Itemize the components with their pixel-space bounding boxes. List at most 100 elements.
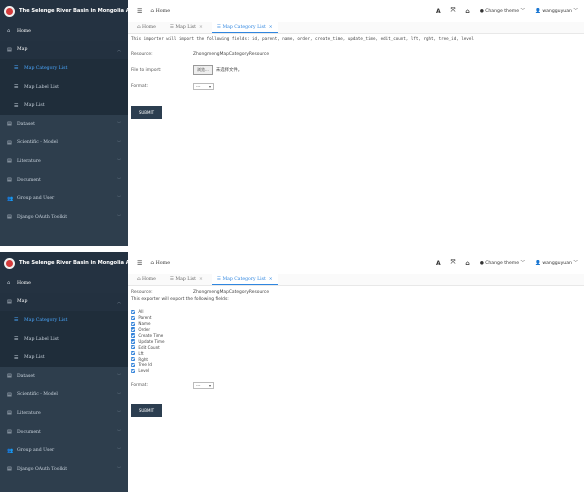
sidebar-item-map[interactable]: ▤ Map ︿ [0, 292, 128, 312]
sidebar-item-map-category-list[interactable]: ☰ Map Category List [0, 311, 128, 330]
chevron-down-icon: ﹀ [117, 158, 121, 164]
font-size-icon[interactable]: A [436, 260, 441, 267]
list-icon: ☰ [14, 317, 19, 324]
checkbox-checked[interactable] [131, 315, 136, 321]
close-icon[interactable]: × [199, 277, 203, 282]
user-icon: 👤 [535, 261, 541, 266]
close-icon[interactable]: × [269, 277, 273, 282]
sidebar-item-map-category-list[interactable]: ☰ Map Category List [0, 59, 128, 78]
fullscreen-icon[interactable]: ⤧ [451, 7, 456, 15]
sidebar-item-scientific-model[interactable]: ▤ Scientific - Model ﹀ [0, 386, 128, 405]
menu-toggle-icon[interactable]: ☰ [137, 8, 142, 15]
sidebar-item-map-label-list[interactable]: ☰ Map Label List [0, 77, 128, 97]
tab-map-category-list[interactable]: ☰ Map Category List × [211, 274, 278, 285]
sidebar-item-map-label-list[interactable]: ☰ Map Label List [0, 329, 128, 349]
sidebar-item-home[interactable]: ⌂ Home [0, 22, 128, 41]
checkbox-checked[interactable] [131, 356, 136, 362]
users-icon: 👥 [7, 447, 14, 454]
brand-title: The Selenge River Basin in Mongolia Admi… [19, 8, 145, 14]
palette-icon: ● [479, 9, 484, 14]
sidebar-item-literature[interactable]: ▤ Literature ﹀ [0, 404, 128, 423]
tab-bar: ⌂ Home ☰ Map List × ☰ Map Category List × [128, 274, 584, 286]
checkbox-checked[interactable] [131, 309, 136, 315]
browse-button[interactable]: 浏览... [193, 65, 213, 75]
user-menu[interactable]: 👤 wangguyuan ﹀ [535, 260, 578, 266]
home-icon[interactable]: ⌂ [465, 260, 469, 267]
tab-map-list[interactable]: ☰ Map List × [165, 22, 208, 33]
export-field-label: Update Time [138, 338, 165, 344]
list-icon: ▤ [7, 298, 12, 305]
header-home-link[interactable]: ⌂ Home [150, 9, 170, 14]
tab-map-category-list[interactable]: ☰ Map Category List × [211, 22, 278, 33]
chevron-down-icon: ﹀ [117, 372, 121, 378]
header-home-link[interactable]: ⌂ Home [150, 261, 170, 266]
export-field-label: Tree Id [138, 362, 153, 368]
checkbox-checked[interactable] [131, 368, 136, 374]
sidebar-item-literature[interactable]: ▤ Literature ﹀ [0, 152, 128, 171]
sidebar-item-map-list[interactable]: ☰ Map List [0, 96, 128, 115]
list-icon: ▤ [7, 214, 12, 221]
sidebar-menu: ⌂ Home ▤ Map ︿ ☰ Map Category List ☰ Map Labe… [0, 274, 128, 479]
sidebar-item-group-and-user[interactable]: 👥 Group and User ﹀ [0, 189, 128, 208]
user-menu[interactable]: 👤 wangguyuan ﹀ [535, 8, 578, 14]
sidebar-item-scientific-model[interactable]: ▤ Scientific - Model ﹀ [0, 134, 128, 153]
home-icon[interactable]: ⌂ [465, 8, 469, 15]
checkbox-checked[interactable] [131, 345, 136, 350]
tab-home[interactable]: ⌂ Home [132, 274, 161, 285]
list-icon: ▤ [7, 46, 12, 53]
sidebar-item-document[interactable]: ▤ Document ﹀ [0, 171, 128, 190]
checkbox-checked[interactable] [131, 350, 136, 356]
chevron-down-icon: ﹀ [117, 195, 121, 201]
format-label: Format: [131, 83, 148, 89]
checkbox-checked[interactable] [131, 362, 136, 368]
submit-button[interactable]: SUBMIT [131, 403, 162, 417]
export-field-item[interactable]: Level [131, 368, 580, 374]
sidebar-item-django-oauth-toolkit[interactable]: ▤ Django OAuth Toolkit ﹀ [0, 460, 128, 479]
sidebar-item-map-list[interactable]: ☰ Map List [0, 348, 128, 367]
export-field-label: Lft [138, 350, 144, 356]
chevron-down-icon: ▾ [208, 383, 211, 389]
sidebar-item-dataset[interactable]: ▤ Dataset ﹀ [0, 367, 128, 386]
resource-value: ZhongmengMapCategoryResource [193, 290, 270, 295]
close-icon[interactable]: × [269, 25, 273, 30]
submit-button[interactable]: SUBMIT [131, 106, 162, 119]
font-size-icon[interactable]: A [436, 8, 441, 15]
main-area: ☰ ⌂ Home A ⤧ ⌂ ● Change theme ﹀ 👤 wanggu… [128, 0, 584, 246]
sidebar-item-group-and-user[interactable]: 👥 Group and User ﹀ [0, 441, 128, 460]
import-form: This importer will import the following … [128, 34, 584, 119]
tab-home[interactable]: ⌂ Home [132, 22, 161, 33]
checkbox-checked[interactable] [131, 327, 136, 332]
change-theme-dropdown[interactable]: ● Change theme ﹀ [480, 8, 525, 14]
change-theme-dropdown[interactable]: ● Change theme ﹀ [480, 260, 525, 266]
sidebar: The Selenge River Basin in Mongolia Admi… [0, 252, 144, 492]
resource-label: Resource: [131, 51, 153, 57]
list-icon: ▤ [7, 139, 12, 146]
list-icon: ☰ [14, 336, 19, 343]
brand[interactable]: The Selenge River Basin in Mongolia Admi… [0, 0, 144, 22]
sidebar-item-map[interactable]: ▤ Map ︿ [0, 40, 128, 60]
export-notice: This exporter will export the following … [131, 297, 229, 302]
checkbox-checked[interactable] [131, 339, 136, 344]
file-row: File to import: 浏览... 未选择文件。 [131, 62, 580, 78]
resource-row: Resource: ZhongmengMapCategoryResource [131, 46, 580, 62]
sidebar-item-home[interactable]: ⌂ Home [0, 274, 128, 293]
fullscreen-icon[interactable]: ⤧ [451, 259, 456, 267]
brand[interactable]: The Selenge River Basin in Mongolia Admi… [0, 252, 144, 274]
format-select[interactable]: --- ▾ [193, 82, 214, 90]
list-icon: ▤ [7, 121, 12, 128]
checkbox-checked[interactable] [131, 321, 136, 326]
format-select[interactable]: --- ▾ [193, 382, 214, 390]
tab-map-list[interactable]: ☰ Map List × [165, 274, 208, 285]
sidebar-item-document[interactable]: ▤ Document ﹀ [0, 423, 128, 442]
resource-label: Resource: [131, 290, 153, 295]
export-field-label: Parent [138, 315, 152, 321]
checkbox-checked[interactable] [131, 333, 136, 338]
sidebar-item-dataset[interactable]: ▤ Dataset ﹀ [0, 115, 128, 134]
menu-toggle-icon[interactable]: ☰ [137, 260, 142, 267]
chevron-down-icon: ﹀ [117, 447, 121, 453]
close-icon[interactable]: × [199, 25, 203, 30]
top-header: ☰ ⌂ Home A ⤧ ⌂ ● Change theme ﹀ 👤 wanggu… [128, 252, 584, 274]
sidebar-item-django-oauth-toolkit[interactable]: ▤ Django OAuth Toolkit ﹀ [0, 208, 128, 227]
users-icon: 👥 [7, 195, 14, 202]
logo-icon [4, 5, 15, 17]
